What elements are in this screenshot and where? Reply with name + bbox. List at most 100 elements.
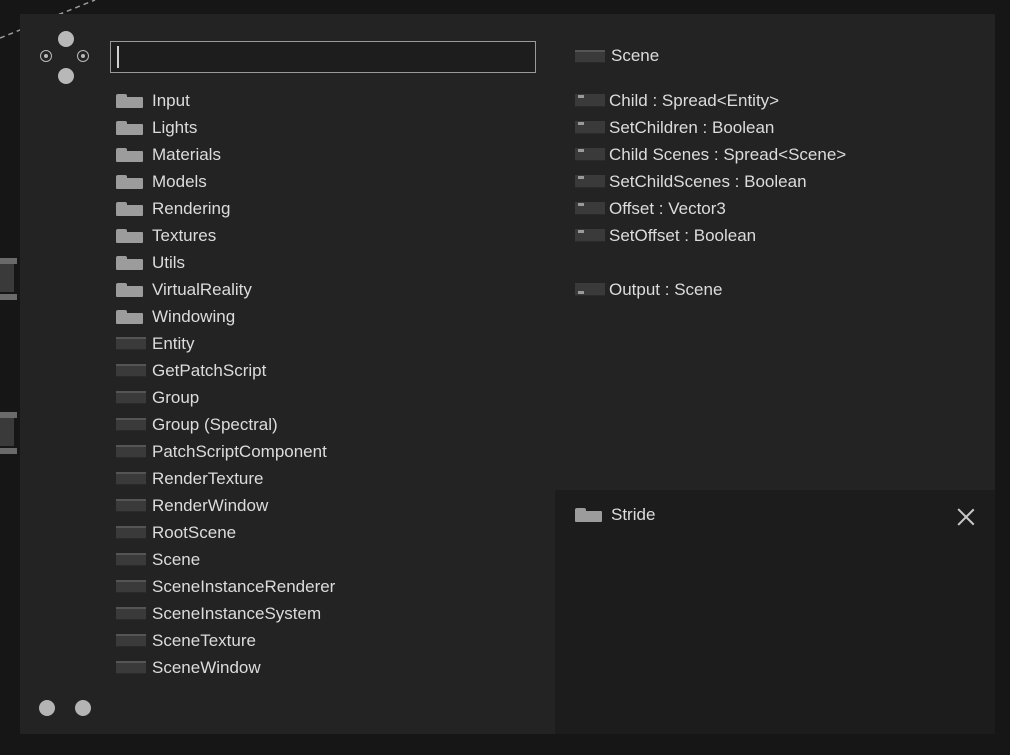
node-icon bbox=[116, 418, 146, 431]
category-item[interactable]: Materials bbox=[116, 141, 335, 168]
input-pin: SetChildren : Boolean bbox=[575, 114, 846, 141]
node-icon bbox=[116, 580, 146, 593]
node-preview-pins: Child : Spread<Entity> SetChildren : Boo… bbox=[575, 87, 846, 303]
output-pin: Output : Scene bbox=[575, 276, 846, 303]
node-item[interactable]: SceneTexture bbox=[116, 627, 335, 654]
node-icon bbox=[116, 472, 146, 485]
node-label: GetPatchScript bbox=[152, 360, 267, 380]
canvas-node-pin bbox=[0, 412, 17, 418]
node-icon bbox=[116, 553, 146, 566]
folder-icon bbox=[116, 174, 143, 189]
node-item[interactable]: SceneWindow bbox=[116, 654, 335, 681]
category-label: Utils bbox=[152, 252, 186, 272]
input-pin: Child Scenes : Spread<Scene> bbox=[575, 141, 846, 168]
folder-icon bbox=[575, 508, 602, 522]
node-label: Group bbox=[152, 387, 200, 407]
category-info-header: Stride bbox=[575, 505, 655, 525]
preview-title-label: Scene bbox=[611, 46, 660, 65]
node-item[interactable]: RootScene bbox=[116, 519, 335, 546]
nav-right-icon[interactable] bbox=[77, 50, 89, 62]
node-item[interactable]: Scene bbox=[116, 546, 335, 573]
category-label: Rendering bbox=[152, 198, 231, 218]
category-label: VirtualReality bbox=[152, 279, 252, 299]
node-icon bbox=[116, 391, 146, 404]
folder-icon bbox=[116, 309, 143, 324]
node-icon bbox=[116, 445, 146, 458]
node-label: SceneInstanceRenderer bbox=[152, 576, 336, 596]
category-label: Lights bbox=[152, 117, 198, 137]
folder-icon bbox=[116, 228, 143, 243]
category-label: Input bbox=[152, 90, 190, 110]
category-item[interactable]: VirtualReality bbox=[116, 276, 335, 303]
node-item[interactable]: Group (Spectral) bbox=[116, 411, 335, 438]
dot-button-icon[interactable] bbox=[39, 700, 55, 716]
folder-icon bbox=[116, 120, 143, 135]
category-item[interactable]: Input bbox=[116, 87, 335, 114]
input-pin: SetOffset : Boolean bbox=[575, 222, 846, 249]
node-label: Scene bbox=[152, 549, 201, 569]
input-pin-icon bbox=[575, 202, 605, 215]
category-label: Textures bbox=[152, 225, 217, 245]
input-pin-icon bbox=[575, 148, 605, 161]
input-pin-icon bbox=[575, 229, 605, 242]
search-input[interactable] bbox=[110, 41, 536, 73]
node-icon bbox=[116, 364, 146, 377]
category-label: Windowing bbox=[152, 306, 236, 326]
node-item[interactable]: Entity bbox=[116, 330, 335, 357]
node-label: RenderWindow bbox=[152, 495, 269, 515]
nav-left-icon[interactable] bbox=[40, 50, 52, 62]
node-icon bbox=[116, 499, 146, 512]
node-item[interactable]: RenderWindow bbox=[116, 492, 335, 519]
folder-icon bbox=[116, 282, 143, 297]
node-item[interactable]: SceneInstanceRenderer bbox=[116, 573, 335, 600]
category-item[interactable]: Textures bbox=[116, 222, 335, 249]
pin-label: Offset : Vector3 bbox=[609, 198, 726, 218]
node-label: PatchScriptComponent bbox=[152, 441, 327, 461]
node-label: Group (Spectral) bbox=[152, 414, 278, 434]
input-pin: Child : Spread<Entity> bbox=[575, 87, 846, 114]
input-pin-icon bbox=[575, 94, 605, 107]
pin-label: Output : Scene bbox=[609, 279, 723, 299]
pin-label: Child Scenes : Spread<Scene> bbox=[609, 144, 847, 164]
canvas-node-pin bbox=[0, 448, 17, 454]
pin-label: SetChildScenes : Boolean bbox=[609, 171, 807, 191]
node-preview-title: Scene bbox=[575, 46, 659, 66]
node-label: RootScene bbox=[152, 522, 237, 542]
nav-down-icon[interactable] bbox=[58, 68, 74, 84]
navigation-control[interactable] bbox=[38, 31, 94, 87]
folder-icon bbox=[116, 93, 143, 108]
input-pin-icon bbox=[575, 175, 605, 188]
nav-up-icon[interactable] bbox=[58, 31, 74, 47]
folder-icon bbox=[116, 201, 143, 216]
folder-icon bbox=[116, 147, 143, 162]
category-label: Models bbox=[152, 171, 207, 191]
category-item[interactable]: Lights bbox=[116, 114, 335, 141]
pin-label: SetChildren : Boolean bbox=[609, 117, 775, 137]
node-item[interactable]: Group bbox=[116, 384, 335, 411]
dot-button-icon[interactable] bbox=[75, 700, 91, 716]
node-item[interactable]: RenderTexture bbox=[116, 465, 335, 492]
input-pin: SetChildScenes : Boolean bbox=[575, 168, 846, 195]
node-item[interactable]: GetPatchScript bbox=[116, 357, 335, 384]
node-icon bbox=[116, 661, 146, 674]
canvas-node-pin bbox=[0, 294, 17, 300]
text-caret bbox=[117, 46, 119, 68]
category-item[interactable]: Models bbox=[116, 168, 335, 195]
close-icon[interactable] bbox=[957, 508, 975, 526]
canvas-node-pin bbox=[0, 258, 17, 264]
node-item[interactable]: SceneInstanceSystem bbox=[116, 600, 335, 627]
node-icon bbox=[116, 607, 146, 620]
input-pin-icon bbox=[575, 121, 605, 134]
category-item[interactable]: Rendering bbox=[116, 195, 335, 222]
node-icon bbox=[116, 634, 146, 647]
category-info-panel: Stride bbox=[555, 490, 995, 734]
node-item[interactable]: PatchScriptComponent bbox=[116, 438, 335, 465]
node-icon bbox=[116, 337, 146, 350]
node-label: SceneInstanceSystem bbox=[152, 603, 322, 623]
input-pin: Offset : Vector3 bbox=[575, 195, 846, 222]
output-pin-icon bbox=[575, 283, 605, 296]
folder-icon bbox=[116, 255, 143, 270]
node-icon bbox=[575, 49, 605, 63]
category-item[interactable]: Utils bbox=[116, 249, 335, 276]
category-item[interactable]: Windowing bbox=[116, 303, 335, 330]
